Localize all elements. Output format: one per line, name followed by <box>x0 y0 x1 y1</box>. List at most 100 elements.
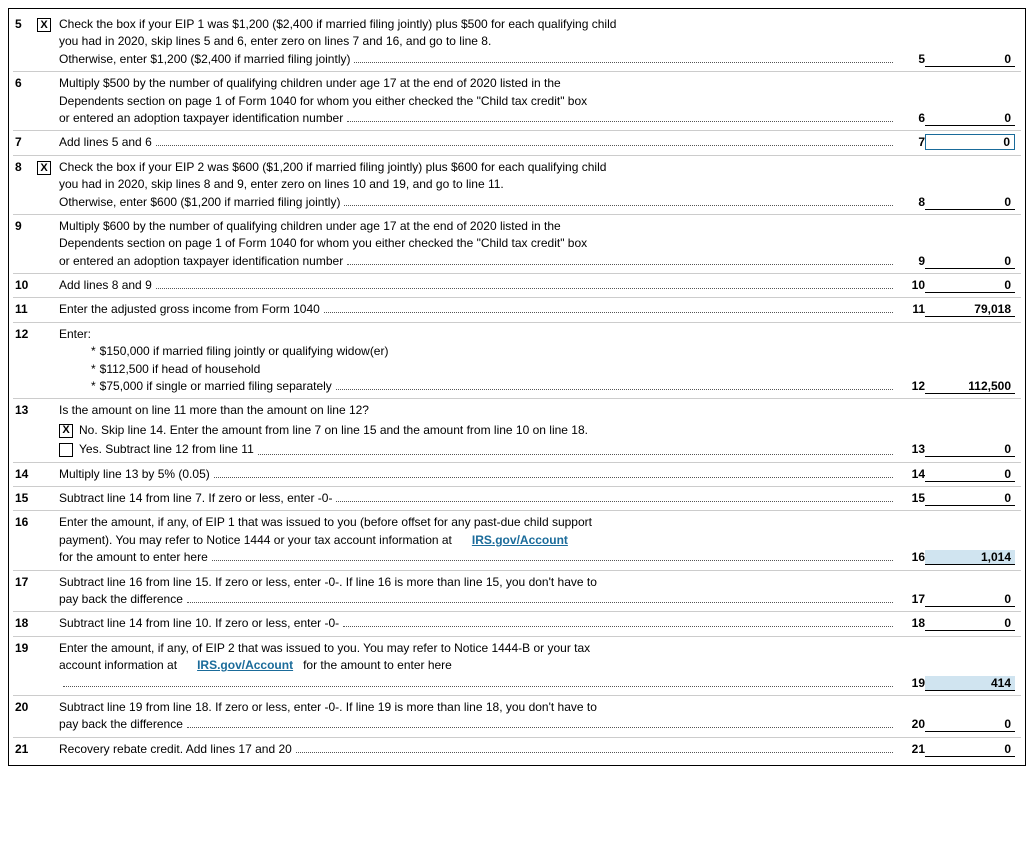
row-5-dots-line: Otherwise, enter $1,200 ($2,400 if marri… <box>59 51 1015 68</box>
row-8-dots-line: Otherwise, enter $600 ($1,200 if married… <box>59 194 1015 211</box>
row-10-label: 10 <box>897 277 925 294</box>
row-11-label: 11 <box>897 301 925 318</box>
row-11-text: Enter the adjusted gross income from For… <box>59 301 320 318</box>
row-20-text-1: Subtract line 19 from line 18. If zero o… <box>59 699 1015 716</box>
row-16-text-2: payment). You may refer to Notice 1444 o… <box>59 532 1015 549</box>
row-9-label: 9 <box>897 253 925 270</box>
row-10-value[interactable] <box>925 278 1015 293</box>
row-14-label: 14 <box>897 466 925 483</box>
checkbox-5[interactable]: X <box>37 18 51 32</box>
row-14: 14 Multiply line 13 by 5% (0.05) 14 <box>13 463 1021 487</box>
row-21-dots-line: Recovery rebate credit. Add lines 17 and… <box>59 741 1015 758</box>
row-13: 13 Is the amount on line 11 more than th… <box>13 399 1021 462</box>
row-16-value[interactable] <box>925 550 1015 565</box>
row-14-text: Multiply line 13 by 5% (0.05) <box>59 466 210 483</box>
row-16-content: Enter the amount, if any, of EIP 1 that … <box>59 514 1019 566</box>
row-5-text-1: Check the box if your EIP 1 was $1,200 (… <box>59 16 1015 33</box>
row-17-content: Subtract line 16 from line 15. If zero o… <box>59 574 1019 609</box>
row-8-value[interactable] <box>925 195 1015 210</box>
row-18-dots <box>343 617 893 627</box>
row-12-bullet-3: *$75,000 if single or married filing sep… <box>91 378 332 395</box>
row-18-content: Subtract line 14 from line 10. If zero o… <box>59 615 1019 632</box>
row-8-text-2: you had in 2020, skip lines 8 and 9, ent… <box>59 176 1015 193</box>
tax-form: 5 X Check the box if your EIP 1 was $1,2… <box>8 8 1026 766</box>
line-number-13: 13 <box>15 402 37 417</box>
row-13-dots <box>258 445 893 455</box>
row-5: 5 X Check the box if your EIP 1 was $1,2… <box>13 13 1021 72</box>
row-15-dots-line: Subtract line 14 from line 7. If zero or… <box>59 490 1015 507</box>
row-8-text-1: Check the box if your EIP 2 was $600 ($1… <box>59 159 1015 176</box>
row-15-value[interactable] <box>925 491 1015 506</box>
row-14-value[interactable] <box>925 467 1015 482</box>
row-19-link[interactable]: IRS.gov/Account <box>197 658 293 672</box>
checkbox-13-no[interactable]: X <box>59 424 73 438</box>
row-21-text: Recovery rebate credit. Add lines 17 and… <box>59 741 292 758</box>
row-6-content: Multiply $500 by the number of qualifyin… <box>59 75 1019 127</box>
row-6-text-1: Multiply $500 by the number of qualifyin… <box>59 75 1015 92</box>
row-21-label: 21 <box>897 741 925 758</box>
row-17-value[interactable] <box>925 592 1015 607</box>
row-12-content: Enter: *$150,000 if married filing joint… <box>59 326 1019 396</box>
line-number-5: 5 <box>15 16 37 31</box>
line-number-21: 21 <box>15 741 37 756</box>
row-16-link[interactable]: IRS.gov/Account <box>472 533 568 547</box>
row-7-value[interactable] <box>925 134 1015 150</box>
row-12-label: 12 <box>897 378 925 395</box>
row-19-dots <box>63 677 893 687</box>
row-9-value[interactable] <box>925 254 1015 269</box>
row-13-no-option: X No. Skip line 14. Enter the amount fro… <box>59 422 1015 439</box>
row-6-text-3: or entered an adoption taxpayer identifi… <box>59 110 343 127</box>
row-19-text-1: Enter the amount, if any, of EIP 2 that … <box>59 640 1015 657</box>
row-18: 18 Subtract line 14 from line 10. If zer… <box>13 612 1021 636</box>
row-21-value[interactable] <box>925 742 1015 757</box>
row-16-text-3: for the amount to enter here <box>59 549 208 566</box>
row-9-text-3: or entered an adoption taxpayer identifi… <box>59 253 343 270</box>
row-12-value[interactable] <box>925 379 1015 394</box>
row-13-yes-text: Yes. Subtract line 12 from line 11 <box>79 441 254 458</box>
row-7-dots-line: Add lines 5 and 6 7 <box>59 134 1015 151</box>
row-10-text: Add lines 8 and 9 <box>59 277 152 294</box>
row-19-value[interactable] <box>925 676 1015 691</box>
row-8: 8 X Check the box if your EIP 2 was $600… <box>13 156 1021 215</box>
row-20-value[interactable] <box>925 717 1015 732</box>
row-16: 16 Enter the amount, if any, of EIP 1 th… <box>13 511 1021 570</box>
row-17-dots-line: pay back the difference 17 <box>59 591 1015 608</box>
row-16-label: 16 <box>897 549 925 566</box>
row-12-enter-label: Enter: <box>59 326 1015 343</box>
line-number-17: 17 <box>15 574 37 589</box>
row-6-label: 6 <box>897 110 925 127</box>
row-15: 15 Subtract line 14 from line 7. If zero… <box>13 487 1021 511</box>
row-15-content: Subtract line 14 from line 7. If zero or… <box>59 490 1019 507</box>
row-17: 17 Subtract line 16 from line 15. If zer… <box>13 571 1021 613</box>
row-19: 19 Enter the amount, if any, of EIP 2 th… <box>13 637 1021 696</box>
row-7-dots <box>156 136 893 146</box>
row-12: 12 Enter: *$150,000 if married filing jo… <box>13 323 1021 400</box>
row-7-content: Add lines 5 and 6 7 <box>59 134 1019 151</box>
row-13-yes-option: Yes. Subtract line 12 from line 11 13 <box>59 441 1015 458</box>
row-5-text-3: Otherwise, enter $1,200 ($2,400 if marri… <box>59 51 350 68</box>
row-19-text-2: account information at IRS.gov/Account f… <box>59 657 1015 674</box>
row-6-value[interactable] <box>925 111 1015 126</box>
row-16-dots <box>212 551 893 561</box>
checkbox-13-yes[interactable] <box>59 443 73 457</box>
row-8-text-3: Otherwise, enter $600 ($1,200 if married… <box>59 194 340 211</box>
row-10-dots <box>156 279 893 289</box>
row-8-content: Check the box if your EIP 2 was $600 ($1… <box>59 159 1019 211</box>
row-21-dots <box>296 743 893 753</box>
row-10: 10 Add lines 8 and 9 10 <box>13 274 1021 298</box>
row-18-text: Subtract line 14 from line 10. If zero o… <box>59 615 339 632</box>
row-5-value[interactable] <box>925 52 1015 67</box>
row-11-value[interactable] <box>925 302 1015 317</box>
row-8-dots <box>344 196 893 206</box>
row-6-dots-line: or entered an adoption taxpayer identifi… <box>59 110 1015 127</box>
row-20-content: Subtract line 19 from line 18. If zero o… <box>59 699 1019 734</box>
row-11: 11 Enter the adjusted gross income from … <box>13 298 1021 322</box>
row-18-value[interactable] <box>925 616 1015 631</box>
checkbox-8[interactable]: X <box>37 161 51 175</box>
row-11-content: Enter the adjusted gross income from For… <box>59 301 1019 318</box>
row-9: 9 Multiply $600 by the number of qualify… <box>13 215 1021 274</box>
row-19-dots-line: 19 <box>59 675 1015 692</box>
line-number-9: 9 <box>15 218 37 233</box>
line-number-20: 20 <box>15 699 37 714</box>
row-13-value[interactable] <box>925 442 1015 457</box>
